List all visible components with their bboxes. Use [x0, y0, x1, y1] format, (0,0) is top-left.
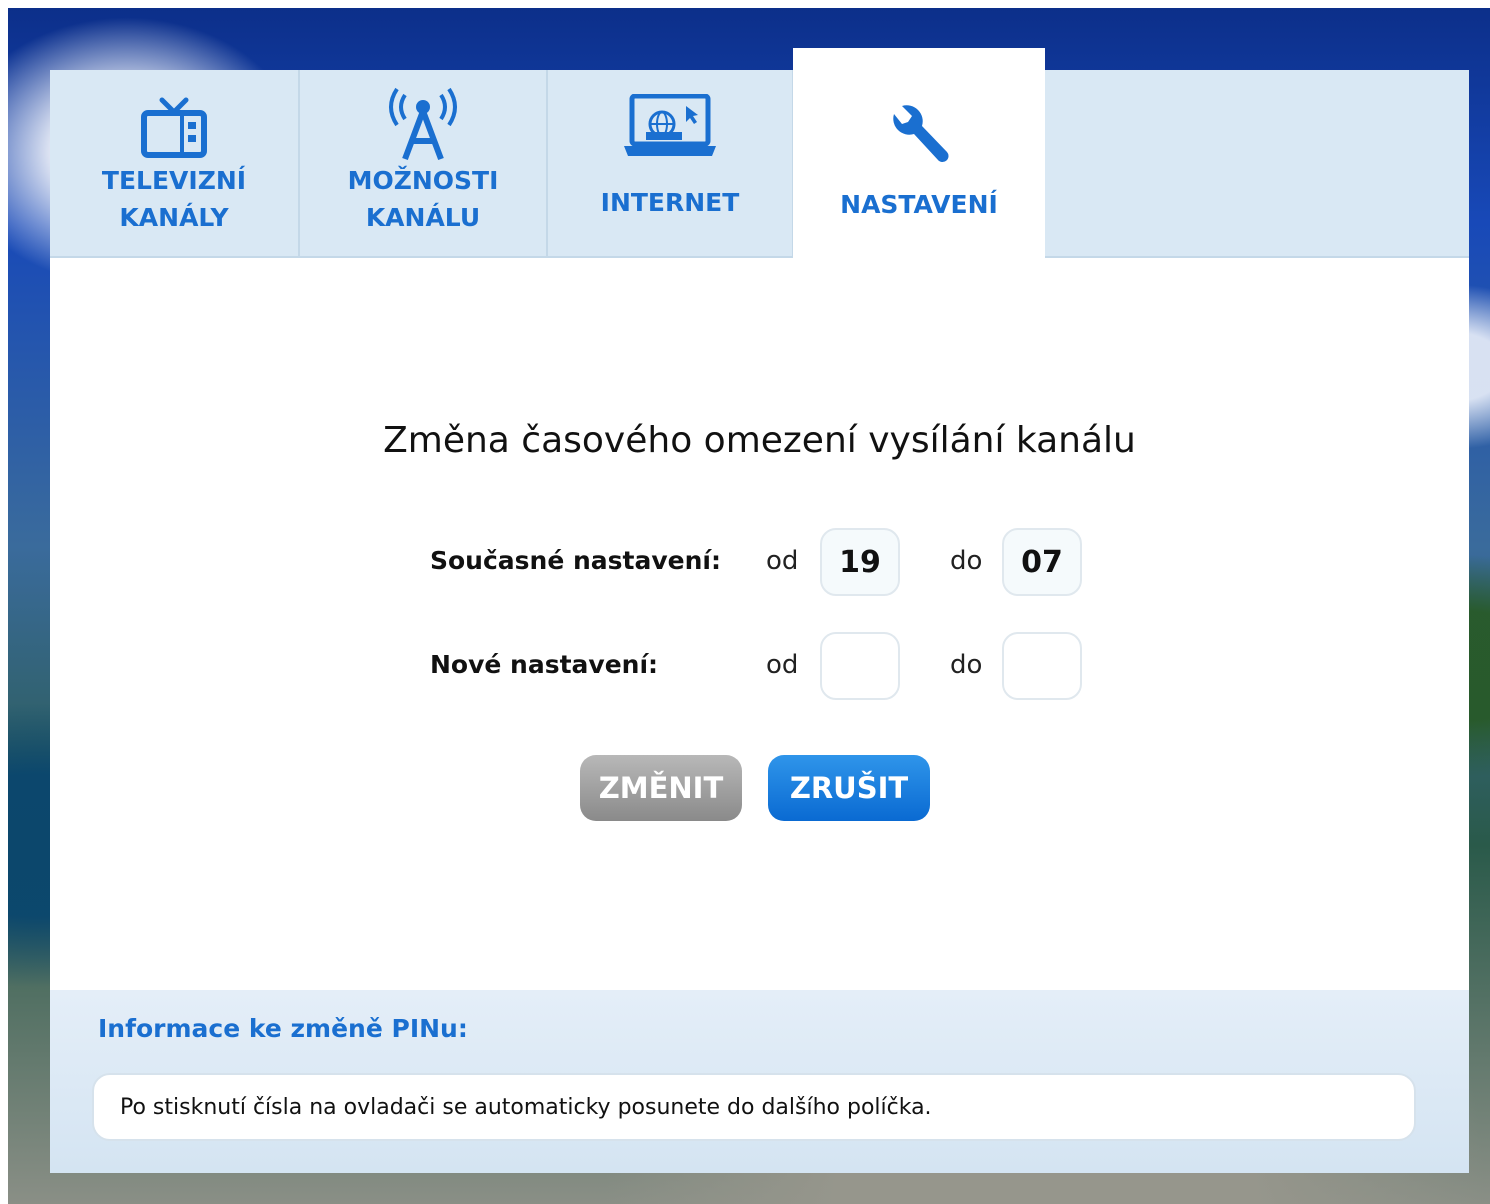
tab-bar: TELEVIZNÍ KANÁLY MOŽNOSTI KANÁLU INTERNE…	[50, 70, 1469, 258]
tab-tv-channels[interactable]: TELEVIZNÍ KANÁLY	[50, 70, 300, 256]
from-label: od	[766, 546, 799, 576]
tab-label: INTERNET	[600, 188, 740, 217]
cancel-button[interactable]: ZRUŠIT	[768, 755, 930, 821]
tab-label: NASTAVENÍ	[840, 190, 998, 219]
page-title: Změna časového omezení vysílání kanálu	[383, 420, 1136, 461]
tab-internet[interactable]: INTERNET	[548, 70, 794, 256]
info-text: Po stisknutí čísla na ovladači se automa…	[92, 1073, 1416, 1141]
wrench-icon	[884, 100, 954, 170]
to-label: do	[950, 546, 983, 576]
to-label: do	[950, 650, 983, 680]
current-setting-row: Současné nastavení: od 19 do 07	[430, 528, 1130, 598]
tab-label: TELEVIZNÍ KANÁLY	[101, 166, 247, 232]
change-button[interactable]: ZMĚNIT	[580, 755, 742, 821]
tab-settings[interactable]: NASTAVENÍ	[793, 48, 1045, 258]
tab-label: MOŽNOSTI KANÁLU	[347, 166, 499, 232]
current-to-value: 07	[1002, 528, 1082, 596]
current-from-value: 19	[820, 528, 900, 596]
new-setting-row: Nové nastavení: od do	[430, 632, 1130, 702]
from-label: od	[766, 650, 799, 680]
new-to-input[interactable]	[1002, 632, 1082, 700]
antenna-icon	[381, 78, 465, 162]
tab-channel-options[interactable]: MOŽNOSTI KANÁLU	[300, 70, 548, 256]
info-section: Informace ke změně PINu: Po stisknutí čí…	[50, 990, 1469, 1173]
settings-panel: TELEVIZNÍ KANÁLY MOŽNOSTI KANÁLU INTERNE…	[50, 48, 1469, 1173]
tv-icon	[140, 92, 208, 162]
laptop-globe-icon	[622, 92, 718, 162]
new-from-input[interactable]	[820, 632, 900, 700]
new-setting-label: Nové nastavení:	[430, 650, 659, 679]
current-setting-label: Současné nastavení:	[430, 546, 721, 575]
info-heading: Informace ke změně PINu:	[98, 1014, 468, 1043]
